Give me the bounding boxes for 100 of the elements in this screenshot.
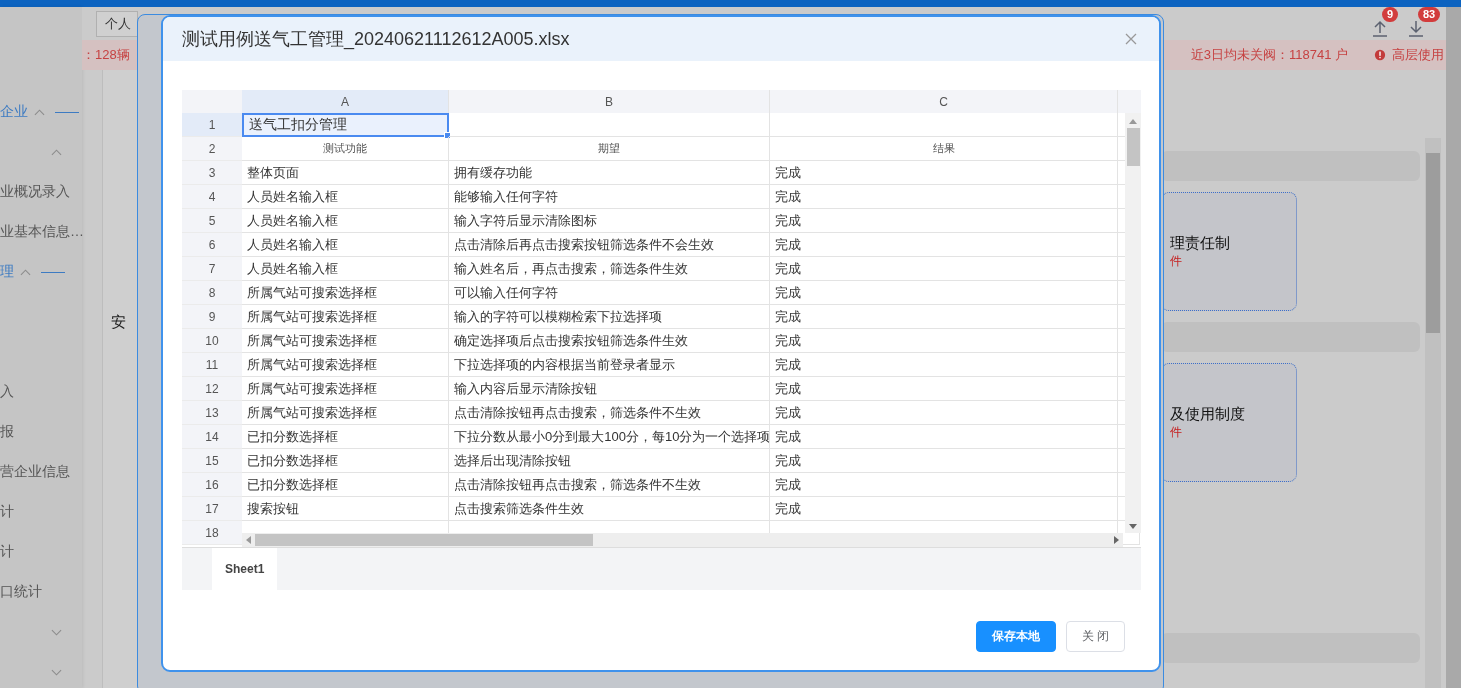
scroll-down-icon[interactable]: [1129, 524, 1137, 529]
table-cell: 完成: [770, 425, 1118, 449]
row-number[interactable]: 5: [182, 209, 242, 233]
row-number[interactable]: 1: [182, 113, 242, 137]
scroll-up-icon[interactable]: [1129, 119, 1137, 124]
dialog-title: 测试用例送气工管理_20240621112612A005.xlsx: [182, 28, 571, 51]
table-cell: 点击清除后再点击搜索按钮筛选条件不会生效: [449, 233, 770, 257]
table-cell: 完成: [770, 257, 1118, 281]
row-number[interactable]: 17: [182, 497, 242, 521]
table-cell: 结果: [770, 137, 1118, 161]
page-tab[interactable]: 个人: [96, 10, 138, 37]
row-number[interactable]: 13: [182, 401, 242, 425]
alert-text: 高层使用: [1392, 46, 1444, 64]
table-cell: 所属气站可搜索选择框: [242, 281, 449, 305]
table-cell: 所属气站可搜索选择框: [242, 377, 449, 401]
table-cell: 完成: [770, 185, 1118, 209]
row-number[interactable]: 4: [182, 185, 242, 209]
table-cell: 完成: [770, 353, 1118, 377]
table-cell: 测试功能: [242, 137, 449, 161]
table-cell: 搜索按钮: [242, 497, 449, 521]
table-cell: 能够输入任何字符: [449, 185, 770, 209]
close-icon[interactable]: [1125, 33, 1137, 45]
table-cell: 完成: [770, 281, 1118, 305]
chevron-down-icon[interactable]: [51, 628, 62, 636]
upload-icon[interactable]: [1371, 18, 1389, 37]
warning-icon: [1374, 49, 1386, 61]
row-number[interactable]: 8: [182, 281, 242, 305]
row-number[interactable]: 18: [182, 521, 242, 545]
menu-item[interactable]: 口统计: [0, 583, 42, 601]
table-cell: 输入字符后显示清除图标: [449, 209, 770, 233]
table-cell: 已扣分数选择框: [242, 473, 449, 497]
selected-cell: 送气工扣分管理: [242, 113, 449, 137]
document-card[interactable]: 及使用制度 件: [1161, 363, 1297, 482]
chevron-up-icon[interactable]: [51, 148, 62, 156]
row-number[interactable]: 10: [182, 329, 242, 353]
scroll-left-icon[interactable]: [246, 536, 251, 544]
menu-item[interactable]: 业概况录入: [0, 183, 70, 201]
row-number[interactable]: 12: [182, 377, 242, 401]
table-cell: 选择后出现清除按钮: [449, 449, 770, 473]
scroll-thumb[interactable]: [255, 534, 593, 546]
menu-item[interactable]: 计: [0, 503, 14, 521]
alert-text: ：128辆: [82, 46, 130, 64]
table-cell: 下拉选择项的内容根据当前登录者显示: [449, 353, 770, 377]
row-number[interactable]: 14: [182, 425, 242, 449]
table-cell: 完成: [770, 473, 1118, 497]
table-cell: 输入内容后显示清除按钮: [449, 377, 770, 401]
card-note: 件: [1170, 252, 1183, 270]
scroll-thumb[interactable]: [1426, 153, 1440, 333]
table-cell: 所属气站可搜索选择框: [242, 353, 449, 377]
download-icon[interactable]: [1407, 18, 1425, 37]
table-cell: 完成: [770, 161, 1118, 185]
scroll-thumb[interactable]: [1126, 128, 1140, 166]
row-number[interactable]: 7: [182, 257, 242, 281]
row-number[interactable]: 11: [182, 353, 242, 377]
row-number[interactable]: 9: [182, 305, 242, 329]
chevron-up-icon[interactable]: [20, 268, 31, 276]
sheet-tab[interactable]: Sheet1: [212, 548, 278, 590]
fill-handle[interactable]: [444, 132, 451, 139]
table-cell: 人员姓名输入框: [242, 209, 449, 233]
card-title: 及使用制度: [1170, 404, 1246, 424]
table-cell: 完成: [770, 233, 1118, 257]
column-header[interactable]: A: [242, 90, 449, 113]
scrollbar[interactable]: [242, 533, 1123, 547]
table-cell: 完成: [770, 377, 1118, 401]
table-cell: 可以输入任何字符: [449, 281, 770, 305]
row-number[interactable]: 2: [182, 137, 242, 161]
table-cell: 人员姓名输入框: [242, 257, 449, 281]
table-cell: 拥有缓存功能: [449, 161, 770, 185]
row-number[interactable]: 3: [182, 161, 242, 185]
menu-item[interactable]: 计: [0, 543, 14, 561]
scroll-right-icon[interactable]: [1114, 536, 1119, 544]
scrollbar[interactable]: [1125, 113, 1141, 533]
alert-text: 近3日均未关阀：118741 户: [1190, 46, 1348, 64]
close-button[interactable]: 关 闭: [1065, 621, 1125, 652]
row-number[interactable]: 15: [182, 449, 242, 473]
table-cell: 整体页面: [242, 161, 449, 185]
table-cell: 输入姓名后，再点击搜索，筛选条件生效: [449, 257, 770, 281]
table-cell: 完成: [770, 329, 1118, 353]
menu-item[interactable]: 入: [0, 383, 14, 401]
table-cell: 人员姓名输入框: [242, 185, 449, 209]
chevron-up-icon[interactable]: [34, 108, 45, 116]
table-cell: 完成: [770, 209, 1118, 233]
table-cell: 已扣分数选择框: [242, 425, 449, 449]
row-number[interactable]: 6: [182, 233, 242, 257]
menu-item[interactable]: 营企业信息: [0, 463, 70, 481]
section-label: 安: [110, 313, 126, 330]
card-title: 理责任制: [1170, 233, 1231, 253]
row-number[interactable]: 16: [182, 473, 242, 497]
table-cell: 所属气站可搜索选择框: [242, 329, 449, 353]
table-cell: 所属气站可搜索选择框: [242, 401, 449, 425]
card-note: 件: [1170, 423, 1183, 441]
table-cell: 完成: [770, 401, 1118, 425]
menu-item[interactable]: 业基本信息…: [0, 223, 84, 241]
table-cell: 点击搜索筛选条件生效: [449, 497, 770, 521]
table-cell: 点击清除按钮再点击搜索，筛选条件不生效: [449, 401, 770, 425]
table-cell: 期望: [449, 137, 770, 161]
chevron-down-icon[interactable]: [51, 668, 62, 676]
menu-item[interactable]: 报: [0, 423, 14, 441]
document-card[interactable]: 理责任制 件: [1161, 192, 1297, 311]
scrollbar[interactable]: [1425, 138, 1441, 688]
